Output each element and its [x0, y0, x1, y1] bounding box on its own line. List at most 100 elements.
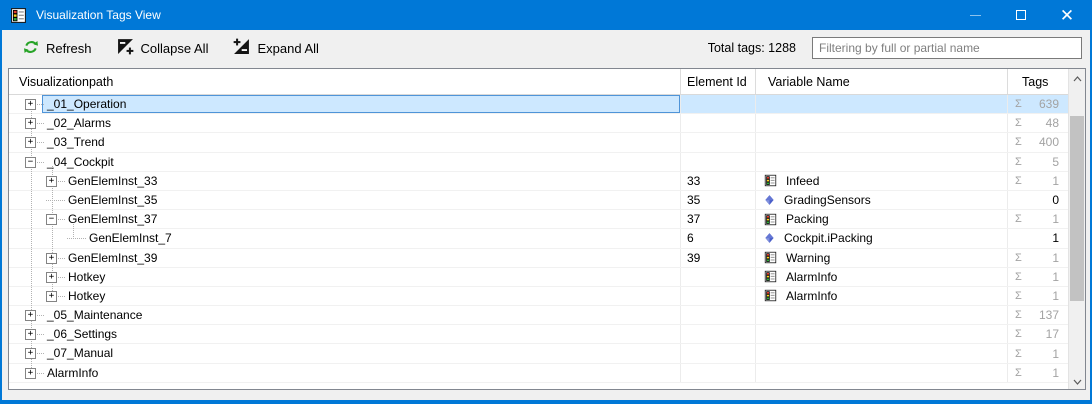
table-row[interactable]: + _06_Settings Σ 17	[9, 325, 1068, 345]
window-controls: ✕	[952, 0, 1090, 30]
title-bar: Visualization Tags View ✕	[2, 0, 1090, 30]
expand-plus-icon[interactable]: +	[25, 118, 36, 130]
tree-node-label: _02_Alarms	[47, 116, 112, 131]
cell-variable-name	[756, 306, 1008, 325]
table-row[interactable]: + _01_Operation Σ 639	[9, 95, 1068, 115]
table-row[interactable]: − _04_Cockpit Σ 5	[9, 152, 1068, 172]
table-row[interactable]: + _03_Trend Σ 400	[9, 133, 1068, 153]
table-row[interactable]: GenElemInst_7 6 Cockpit.iPacking 1	[9, 229, 1068, 249]
expand-all-button[interactable]: Expand All	[233, 38, 319, 58]
cell-visualizationpath: + GenElemInst_39	[9, 248, 681, 267]
cell-variable-name	[756, 133, 1008, 152]
expand-all-label: Expand All	[257, 40, 319, 56]
table-row[interactable]: + _05_Maintenance Σ 137	[9, 306, 1068, 326]
expand-plus-icon[interactable]: +	[25, 329, 36, 341]
cell-variable-name: Infeed	[756, 171, 1008, 190]
cell-visualizationpath: + _05_Maintenance	[9, 306, 681, 325]
cell-tags: Σ1	[1008, 344, 1068, 362]
expand-all-icon	[233, 38, 250, 58]
cell-variable-name	[756, 363, 1008, 382]
refresh-button[interactable]: Refresh	[23, 39, 92, 58]
chevron-down-icon	[1073, 372, 1082, 390]
tags-table: Visualizationpath Element Id Variable Na…	[8, 68, 1086, 390]
cell-variable-name	[756, 95, 1008, 114]
total-tags-label: Total tags: 1288	[707, 41, 796, 55]
column-header-element-id[interactable]: Element Id	[681, 69, 756, 94]
variable-name-text: AlarmInfo	[786, 288, 838, 303]
sigma-icon: Σ	[1015, 328, 1022, 341]
cell-variable-name	[756, 325, 1008, 344]
expand-plus-icon[interactable]: +	[25, 348, 36, 360]
cell-visualizationpath: GenElemInst_7	[9, 229, 681, 248]
vertical-scrollbar[interactable]	[1068, 69, 1085, 389]
table-row[interactable]: + Hotkey AlarmInfo Σ 1	[9, 286, 1068, 307]
expand-plus-icon[interactable]: +	[25, 310, 36, 322]
tree-node-label: _07_Manual	[47, 346, 114, 361]
cell-visualizationpath: GenElemInst_35	[9, 190, 681, 210]
tree-node-label: GenElemInst_37	[68, 212, 158, 227]
expand-plus-icon[interactable]: +	[25, 137, 36, 149]
scroll-down-button[interactable]	[1069, 372, 1085, 389]
cell-element-id	[681, 286, 756, 306]
table-row[interactable]: + _02_Alarms Σ 48	[9, 114, 1068, 134]
collapse-all-button[interactable]: Collapse All	[117, 38, 208, 58]
tags-count: 1	[1052, 250, 1059, 265]
collapse-minus-icon[interactable]: −	[46, 214, 57, 226]
variable-name-text: Infeed	[786, 173, 820, 188]
table-row[interactable]: + GenElemInst_39 39 Warning Σ 1	[9, 248, 1068, 268]
expand-plus-icon[interactable]: +	[46, 252, 57, 264]
tree-node-label: AlarmInfo	[47, 365, 99, 380]
close-button[interactable]: ✕	[1044, 0, 1090, 30]
tags-count: 1	[1052, 231, 1059, 246]
maximize-button[interactable]	[998, 0, 1044, 30]
sigma-icon: Σ	[1015, 366, 1022, 379]
collapse-minus-icon[interactable]: −	[25, 156, 36, 168]
table-row[interactable]: + GenElemInst_33 33 Infeed Σ 1	[9, 171, 1068, 191]
expand-plus-icon[interactable]: +	[46, 271, 57, 283]
scroll-up-button[interactable]	[1069, 69, 1085, 86]
screen-icon	[764, 213, 777, 226]
minimize-button[interactable]	[952, 0, 998, 30]
column-header-tags[interactable]: Tags	[1008, 69, 1068, 94]
column-header-visualizationpath[interactable]: Visualizationpath	[9, 69, 681, 94]
scrollbar-thumb[interactable]	[1070, 116, 1084, 301]
tree-node-label: GenElemInst_35	[68, 192, 158, 207]
cell-visualizationpath: + Hotkey	[9, 286, 681, 306]
cell-element-id	[681, 114, 756, 133]
screen-icon	[764, 270, 777, 283]
screen-icon	[764, 174, 777, 187]
expand-plus-icon[interactable]: +	[46, 175, 57, 187]
cell-element-id: 33	[681, 171, 756, 190]
column-header-variable-name[interactable]: Variable Name	[756, 69, 1008, 94]
cell-visualizationpath: + _02_Alarms	[9, 114, 681, 133]
tags-count: 1	[1052, 212, 1059, 227]
table-row[interactable]: GenElemInst_35 35 GradingSensors 0	[9, 190, 1068, 211]
sigma-icon: Σ	[1015, 251, 1022, 264]
sigma-icon: Σ	[1015, 98, 1022, 111]
variable-name-text: GradingSensors	[784, 193, 871, 208]
table-row[interactable]: − GenElemInst_37 37 Packing Σ 1	[9, 210, 1068, 230]
table-row[interactable]: + _07_Manual Σ 1	[9, 344, 1068, 364]
table-row[interactable]: + Hotkey AlarmInfo Σ 1	[9, 267, 1068, 287]
cell-visualizationpath: − GenElemInst_37	[9, 210, 681, 229]
tree-rows: + _01_Operation Σ 639 + _02_Alarms Σ 48 + _03_Tre…	[9, 95, 1068, 389]
variable-tag-icon	[764, 194, 775, 206]
toolbar: Refresh Collapse All Expand All Total ta…	[2, 30, 1090, 66]
cell-tags: Σ1	[1008, 364, 1068, 382]
table-row[interactable]: + AlarmInfo Σ 1	[9, 363, 1068, 383]
cell-element-id: 6	[681, 229, 756, 248]
cell-variable-name: Cockpit.iPacking	[756, 229, 1008, 248]
tree-node-label: GenElemInst_33	[68, 173, 158, 188]
cell-element-id	[681, 267, 756, 286]
cell-visualizationpath: + Hotkey	[9, 267, 681, 286]
filter-input[interactable]	[812, 37, 1082, 59]
cell-tags: Σ 48	[1008, 114, 1068, 132]
expand-plus-icon[interactable]: +	[25, 99, 36, 110]
expand-plus-icon[interactable]: +	[46, 290, 57, 302]
cell-tags: Σ 639	[1008, 95, 1068, 114]
tree-node-label: GenElemInst_7	[89, 231, 172, 246]
cell-element-id: 35	[681, 190, 756, 210]
sigma-icon: Σ	[1015, 213, 1022, 226]
expand-plus-icon[interactable]: +	[25, 367, 36, 379]
tags-count: 0	[1052, 193, 1059, 208]
